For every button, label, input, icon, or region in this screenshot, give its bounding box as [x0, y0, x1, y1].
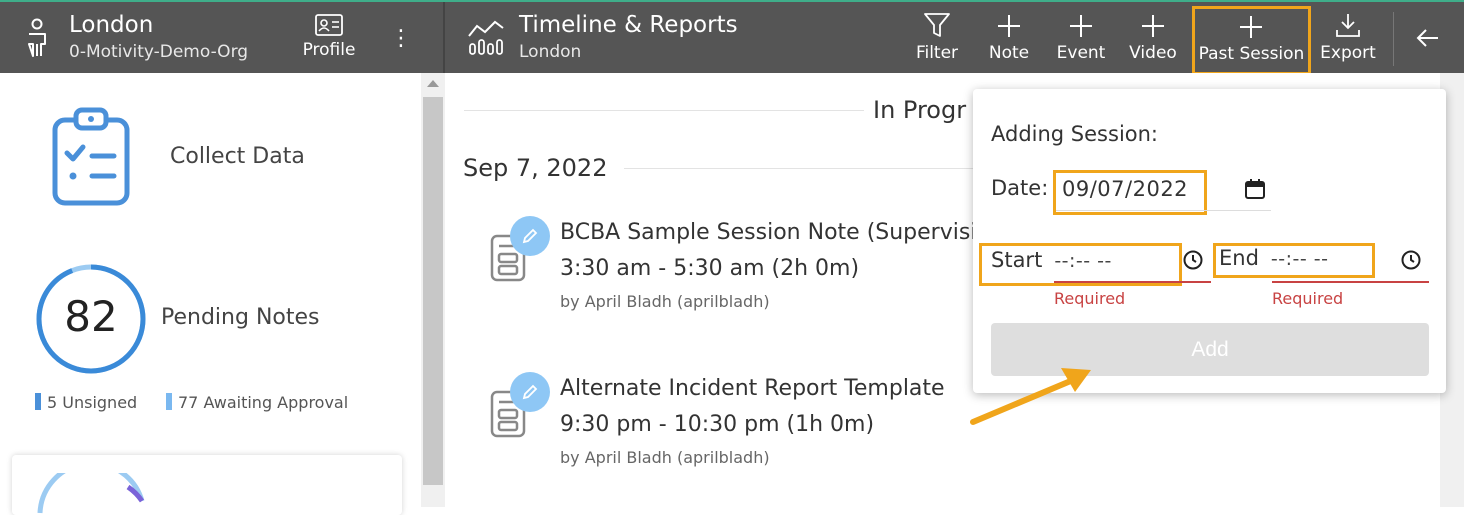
clipboard-checklist-icon	[52, 107, 130, 206]
video-label: Video	[1129, 43, 1177, 63]
filter-button[interactable]: Filter	[912, 8, 962, 70]
pending-notes-label: Pending Notes	[161, 305, 320, 330]
event-label: Event	[1056, 43, 1106, 63]
date-label: Date:	[991, 176, 1049, 200]
add-note-button[interactable]: Note	[984, 8, 1034, 70]
client-name: London	[69, 12, 154, 38]
end-placeholder: --:-- --	[1270, 248, 1329, 270]
export-button[interactable]: Export	[1318, 8, 1378, 70]
unsigned-color-bar	[35, 393, 41, 410]
filter-label: Filter	[915, 43, 959, 63]
sidebar-card[interactable]	[12, 455, 402, 515]
plus-icon	[1240, 16, 1262, 38]
unsigned-label: 5 Unsigned	[47, 393, 138, 412]
end-time-field[interactable]: End --:-- --	[1213, 243, 1375, 278]
entry-title: Alternate Incident Report Template	[560, 376, 945, 401]
start-required-error: Required	[1054, 289, 1126, 308]
entry-author: by April Bladh (aprilbladh)	[560, 292, 770, 311]
entry-title: BCBA Sample Session Note (Supervisi	[560, 220, 977, 245]
past-session-label: Past Session	[1198, 44, 1305, 64]
clock-icon[interactable]	[1182, 249, 1204, 271]
edit-pencil-icon[interactable]	[510, 372, 550, 412]
start-error-underline	[1054, 281, 1211, 283]
in-progress-heading: In Progr	[873, 96, 967, 124]
plus-icon	[1142, 15, 1164, 37]
id-card-icon	[315, 14, 343, 36]
add-event-button[interactable]: Event	[1055, 8, 1107, 70]
top-bar: London 0-Motivity-Demo-Org Profile ⋮ Tim…	[0, 0, 1464, 75]
collect-data-label: Collect Data	[170, 144, 305, 169]
past-session-button[interactable]: Past Session	[1192, 6, 1311, 75]
unsigned-stat[interactable]: 5 Unsigned	[35, 393, 137, 412]
page-title: Timeline & Reports	[519, 12, 738, 38]
add-session-popup: Adding Session: Date: 09/07/2022 Start --…	[973, 89, 1446, 393]
plus-icon	[1070, 15, 1092, 37]
date-heading: Sep 7, 2022	[463, 154, 608, 182]
pending-notes-count: 82	[64, 292, 118, 341]
calendar-icon[interactable]	[1244, 178, 1266, 200]
section-divider	[464, 110, 864, 111]
progress-ring-icon	[37, 473, 145, 514]
awaiting-approval-stat[interactable]: 77 Awaiting Approval	[166, 393, 348, 412]
date-underline	[1056, 210, 1271, 211]
entry-time: 9:30 pm - 10:30 pm (1h 0m)	[560, 412, 875, 437]
end-label: End	[1219, 246, 1259, 270]
awaiting-color-bar	[166, 393, 172, 410]
more-menu-icon[interactable]: ⋮	[390, 24, 412, 54]
profile-label: Profile	[302, 40, 356, 60]
callout-arrow-icon	[970, 368, 1091, 425]
entry-time: 3:30 am - 5:30 am (2h 0m)	[560, 256, 860, 281]
org-name: 0-Motivity-Demo-Org	[69, 42, 249, 62]
entry-author: by April Bladh (aprilbladh)	[560, 448, 770, 467]
download-icon	[1336, 14, 1360, 37]
scroll-up-arrow-icon[interactable]	[427, 80, 439, 87]
timeline-chart-icon	[468, 20, 504, 55]
export-label: Export	[1320, 43, 1376, 63]
end-error-underline	[1272, 281, 1429, 283]
back-arrow-icon[interactable]	[1414, 24, 1442, 52]
edit-pencil-icon[interactable]	[510, 216, 550, 256]
plus-icon	[998, 15, 1020, 37]
clock-icon[interactable]	[1400, 249, 1422, 271]
filter-icon	[924, 13, 950, 37]
toolbar-divider	[1393, 12, 1394, 66]
popup-title: Adding Session:	[991, 122, 1159, 146]
start-placeholder: --:-- --	[1054, 250, 1112, 272]
sidebar-scroll-thumb[interactable]	[423, 97, 443, 485]
profile-button[interactable]: Profile	[298, 12, 360, 60]
person-icon	[28, 18, 46, 57]
start-label: Start	[991, 248, 1043, 272]
date-input[interactable]: 09/07/2022	[1053, 170, 1207, 215]
end-required-error: Required	[1272, 289, 1344, 308]
start-time-field[interactable]: Start --:-- --	[979, 243, 1182, 286]
client-header: London 0-Motivity-Demo-Org Profile ⋮	[0, 2, 445, 73]
date-divider	[624, 168, 984, 169]
page-subtitle: London	[519, 42, 582, 62]
add-video-button[interactable]: Video	[1127, 8, 1179, 70]
note-label: Note	[988, 43, 1030, 63]
awaiting-label: 77 Awaiting Approval	[178, 393, 349, 412]
